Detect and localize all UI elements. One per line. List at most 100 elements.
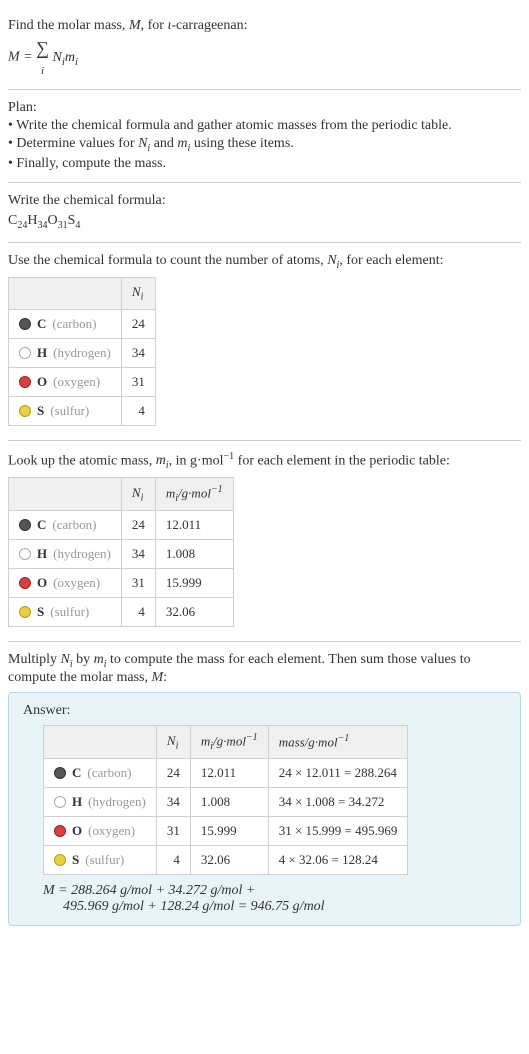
- plan-title: Plan:: [8, 100, 521, 116]
- element-cell: C (carbon): [44, 758, 157, 787]
- element-cell: O (oxygen): [9, 569, 122, 598]
- ni-cell: 34: [121, 540, 155, 569]
- element-dot-icon: [19, 318, 31, 330]
- table-header-row: Ni: [9, 278, 156, 310]
- atomic-mass-section: Look up the atomic mass, mi, in g·mol−1 …: [8, 441, 521, 642]
- ni-cell: 4: [121, 396, 155, 425]
- mi-cell: 32.06: [190, 845, 268, 874]
- plan-bullet-3: • Finally, compute the mass.: [8, 156, 521, 172]
- element-symbol: O: [37, 575, 47, 591]
- element-name: (carbon): [52, 517, 96, 533]
- header-ni: Ni: [121, 478, 155, 511]
- table-header-row: Ni mi/g·mol−1 mass/g·mol−1: [44, 725, 408, 758]
- table-row: C (carbon)24: [9, 309, 156, 338]
- element-name: (oxygen): [53, 374, 100, 390]
- element-name: (hydrogen): [88, 794, 146, 810]
- masses-mi: mi: [156, 453, 169, 468]
- element-dot-icon: [19, 519, 31, 531]
- table-row: S (sulfur)432.06: [9, 598, 234, 627]
- element-cell: H (hydrogen): [44, 787, 157, 816]
- plan-bullet-2: • Determine values for Ni and mi using t…: [8, 136, 521, 154]
- intro-text-part3: -carrageenan:: [171, 18, 247, 33]
- atomic-mass-table: Ni mi/g·mol−1 C (carbon)2412.011H (hydro…: [8, 477, 234, 627]
- plan-section: Plan: • Write the chemical formula and g…: [8, 90, 521, 183]
- mass-cell: 24 × 12.011 = 288.264: [268, 758, 408, 787]
- element-name: (sulfur): [50, 604, 89, 620]
- element-dot-icon: [54, 796, 66, 808]
- formula-mi: mi: [65, 50, 78, 65]
- ni-cell: 4: [121, 598, 155, 627]
- intro-M: M: [129, 18, 141, 33]
- element-symbol: O: [37, 374, 47, 390]
- intro-text-part1: Find the molar mass,: [8, 18, 129, 33]
- mi-cell: 15.999: [155, 569, 233, 598]
- table-row: C (carbon)2412.011: [9, 511, 234, 540]
- element-name: (carbon): [52, 316, 96, 332]
- mi-cell: 1.008: [190, 787, 268, 816]
- chem-formula: C24H34O31S4: [8, 213, 521, 231]
- table-row: S (sulfur)432.064 × 32.06 = 128.24: [44, 845, 408, 874]
- atom-count-title: Use the chemical formula to count the nu…: [8, 253, 521, 271]
- plan-Ni: Ni: [138, 136, 150, 151]
- intro-section: Find the molar mass, M, for ι-carrageena…: [8, 8, 521, 90]
- element-cell: O (oxygen): [44, 816, 157, 845]
- ni-cell: 24: [121, 511, 155, 540]
- plan-bullet-1: • Write the chemical formula and gather …: [8, 118, 521, 134]
- final-equation-line2: 495.969 g/mol + 128.24 g/mol = 946.75 g/…: [63, 899, 506, 915]
- mi-cell: 12.011: [190, 758, 268, 787]
- ni-cell: 34: [156, 787, 190, 816]
- element-symbol: C: [37, 316, 46, 332]
- element-symbol: C: [37, 517, 46, 533]
- element-name: (hydrogen): [53, 546, 111, 562]
- formula-M: M: [8, 50, 20, 65]
- element-name: (oxygen): [53, 575, 100, 591]
- element-symbol: H: [37, 546, 47, 562]
- atom-count-table: Ni C (carbon)24H (hydrogen)34O (oxygen)3…: [8, 277, 156, 426]
- element-name: (sulfur): [85, 852, 124, 868]
- sum-symbol: ∑: [36, 38, 49, 58]
- ni-cell: 34: [121, 338, 155, 367]
- intro-text: Find the molar mass, M, for ι-carrageena…: [8, 18, 521, 34]
- element-dot-icon: [54, 825, 66, 837]
- element-cell: C (carbon): [9, 511, 122, 540]
- mi-cell: 1.008: [155, 540, 233, 569]
- element-cell: C (carbon): [9, 309, 122, 338]
- element-symbol: C: [72, 765, 81, 781]
- element-dot-icon: [19, 606, 31, 618]
- table-row: S (sulfur)4: [9, 396, 156, 425]
- table-row: H (hydrogen)341.00834 × 1.008 = 34.272: [44, 787, 408, 816]
- table-row: O (oxygen)31: [9, 367, 156, 396]
- table-row: O (oxygen)3115.99931 × 15.999 = 495.969: [44, 816, 408, 845]
- final-equation: M = 288.264 g/mol + 34.272 g/mol + 495.9…: [43, 883, 506, 915]
- element-dot-icon: [19, 548, 31, 560]
- table-row: C (carbon)2412.01124 × 12.011 = 288.264: [44, 758, 408, 787]
- element-name: (hydrogen): [53, 345, 111, 361]
- ni-cell: 31: [121, 367, 155, 396]
- atom-count-section: Use the chemical formula to count the nu…: [8, 243, 521, 440]
- final-mi: mi: [94, 652, 107, 667]
- header-element: [9, 478, 122, 511]
- final-mass-table: Ni mi/g·mol−1 mass/g·mol−1 C (carbon)241…: [43, 725, 408, 875]
- sum-index: i: [41, 65, 44, 77]
- ni-cell: 24: [121, 309, 155, 338]
- mass-cell: 4 × 32.06 = 128.24: [268, 845, 408, 874]
- formula-Ni: Ni: [52, 50, 64, 65]
- table-row: O (oxygen)3115.999: [9, 569, 234, 598]
- atoms-Ni: Ni: [327, 253, 339, 268]
- element-symbol: H: [37, 345, 47, 361]
- element-cell: O (oxygen): [9, 367, 122, 396]
- mi-cell: 32.06: [155, 598, 233, 627]
- ni-cell: 4: [156, 845, 190, 874]
- molar-mass-formula: M = ∑ i Nimi: [8, 38, 521, 77]
- header-ni: Ni: [156, 725, 190, 758]
- header-element: [9, 278, 122, 310]
- header-mass: mass/g·mol−1: [268, 725, 408, 758]
- element-symbol: O: [72, 823, 82, 839]
- atomic-mass-title: Look up the atomic mass, mi, in g·mol−1 …: [8, 451, 521, 471]
- element-symbol: S: [37, 403, 44, 419]
- ni-cell: 31: [156, 816, 190, 845]
- mass-cell: 31 × 15.999 = 495.969: [268, 816, 408, 845]
- header-ni: Ni: [121, 278, 155, 310]
- element-symbol: H: [72, 794, 82, 810]
- answer-box: Answer: Ni mi/g·mol−1 mass/g·mol−1 C (ca…: [8, 692, 521, 926]
